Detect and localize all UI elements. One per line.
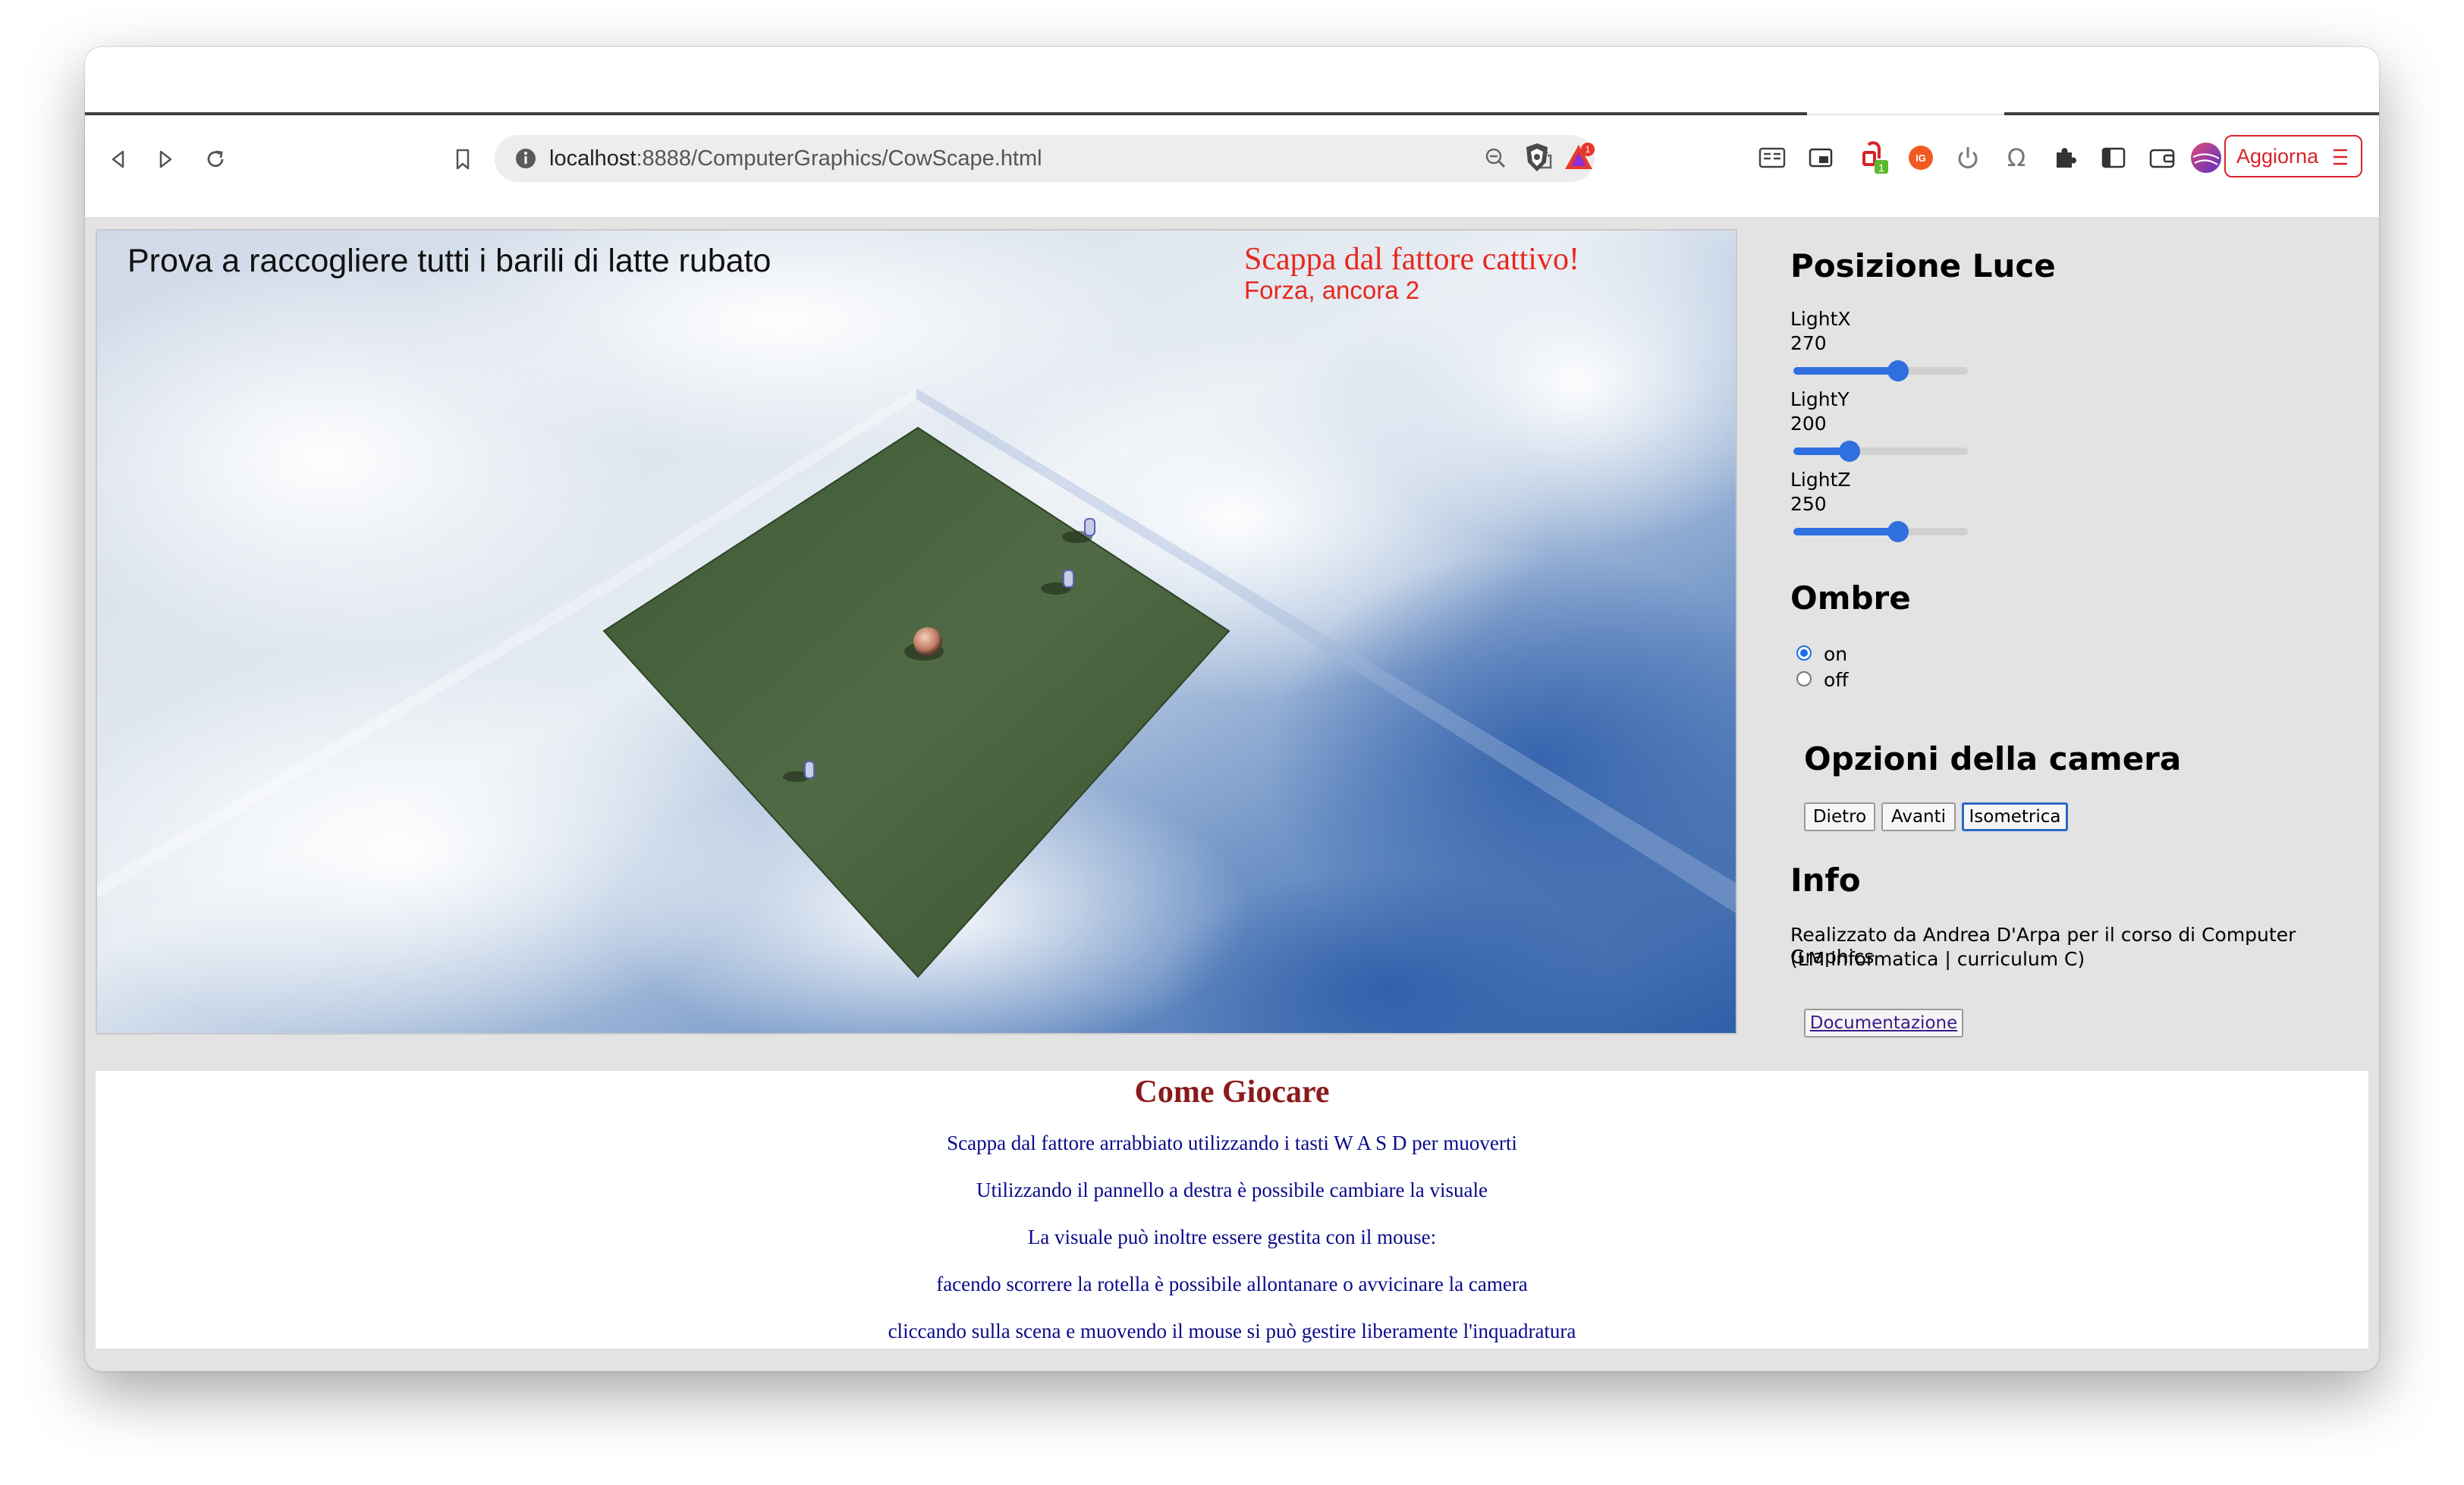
camera-isometric-button[interactable]: Isometrica xyxy=(1962,802,2068,831)
info-course: (LM informatica | curriculum C) xyxy=(1790,948,2085,970)
orange-extension-icon[interactable]: IG xyxy=(1900,137,1942,179)
how-to-play-title: Come Giocare xyxy=(1134,1075,1330,1110)
browser-window: localhost:8888/ComputerGraphics/CowScape… xyxy=(85,47,2379,1371)
bookmark-icon[interactable] xyxy=(440,137,486,182)
shadows-heading: Ombre xyxy=(1790,579,1911,617)
zoom-out-icon[interactable] xyxy=(1481,143,1511,174)
camera-front-button[interactable]: Avanti xyxy=(1881,802,1956,831)
lightz-label: LightZ xyxy=(1790,469,1851,491)
extension-badge: 1 xyxy=(1878,162,1884,174)
wallet-icon[interactable] xyxy=(2141,137,2183,179)
player-cow xyxy=(913,627,942,656)
update-label: Aggiorna xyxy=(2236,144,2319,168)
svg-text:IG: IG xyxy=(1916,152,1926,164)
picture-in-picture-icon[interactable] xyxy=(1799,137,1842,179)
extensions-puzzle-icon[interactable] xyxy=(2044,137,2086,179)
camera-options-heading: Opzioni della camera xyxy=(1804,740,2182,777)
info-heading: Info xyxy=(1790,862,1861,899)
alert-badge: 1 xyxy=(1586,144,1591,155)
farmer xyxy=(804,761,815,779)
omega-icon[interactable]: Ω xyxy=(1995,137,2038,179)
slider-thumb[interactable] xyxy=(1887,360,1909,381)
instruction-line: facendo scorrere la rotella è possibile … xyxy=(936,1273,1528,1295)
documentation-link[interactable]: Documentazione xyxy=(1810,1013,1958,1033)
svg-text:Ω: Ω xyxy=(2007,143,2026,172)
profile-avatar-icon[interactable] xyxy=(2185,137,2227,179)
objective-text: Prova a raccogliere tutti i barili di la… xyxy=(127,243,772,279)
extension-green-badge-icon[interactable]: 1 xyxy=(1853,137,1895,179)
instruction-line: La visuale può inoltre essere gestita co… xyxy=(1027,1226,1437,1248)
milk-barrel xyxy=(1063,570,1074,588)
forward-icon[interactable] xyxy=(143,137,188,182)
tab-strip xyxy=(85,47,2379,114)
how-to-play-section: Come Giocare Scappa dal fattore arrabbia… xyxy=(96,1071,2368,1348)
lightx-label: LightX xyxy=(1790,308,1851,330)
url-text[interactable]: localhost:8888/ComputerGraphics/CowScape… xyxy=(549,135,1042,182)
lightz-value: 250 xyxy=(1790,493,1827,515)
shadows-off-label: off xyxy=(1824,669,1849,691)
brave-rewards-icon[interactable]: 1 xyxy=(1558,137,1601,179)
address-bar[interactable]: localhost:8888/ComputerGraphics/CowScape… xyxy=(495,135,1595,182)
reader-mode-icon[interactable] xyxy=(1751,137,1793,179)
url-path: :8888/ComputerGraphics/CowScape.html xyxy=(636,146,1042,171)
lightx-slider[interactable] xyxy=(1793,356,1968,384)
power-icon[interactable] xyxy=(1947,137,1989,179)
control-panel: Posizione Luce LightX 270 LightY 200 Lig… xyxy=(1790,217,2367,1038)
lightz-slider[interactable] xyxy=(1793,517,1968,545)
site-info-icon[interactable] xyxy=(511,144,540,173)
web-page: Prova a raccogliere tutti i barili di la… xyxy=(85,217,2379,1371)
instruction-line: cliccando sulla scena e muovendo il mous… xyxy=(888,1320,1576,1342)
light-position-heading: Posizione Luce xyxy=(1790,247,2056,284)
game-canvas[interactable]: Prova a raccogliere tutti i barili di la… xyxy=(96,229,1737,1034)
warning-text: Scappa dal fattore cattivo! xyxy=(1244,242,1579,277)
lighty-value: 200 xyxy=(1790,413,1827,435)
camera-back-button[interactable]: Dietro xyxy=(1804,802,1875,831)
milk-barrel xyxy=(1084,518,1095,536)
reload-icon[interactable] xyxy=(193,137,238,182)
lightx-value: 270 xyxy=(1790,332,1827,354)
documentation-button[interactable]: Documentazione xyxy=(1804,1009,1963,1038)
instruction-line: Scappa dal fattore arrabbiato utilizzand… xyxy=(947,1132,1517,1154)
brave-shield-icon[interactable] xyxy=(1516,137,1558,179)
update-button[interactable]: Aggiorna xyxy=(2224,135,2362,177)
instruction-line: Utilizzando il pannello a destra è possi… xyxy=(976,1179,1488,1201)
back-icon[interactable] xyxy=(96,137,141,182)
shadows-on-radio[interactable] xyxy=(1796,645,1812,661)
menu-icon xyxy=(2334,149,2347,165)
lighty-label: LightY xyxy=(1790,388,1850,410)
sidebar-icon[interactable] xyxy=(2092,137,2135,179)
browser-toolbar: localhost:8888/ComputerGraphics/CowScape… xyxy=(85,115,2379,217)
shadows-off-radio[interactable] xyxy=(1796,671,1812,686)
lighty-slider[interactable] xyxy=(1793,437,1968,464)
remaining-counter: Forza, ancora 2 xyxy=(1244,276,1420,304)
slider-thumb[interactable] xyxy=(1838,441,1860,462)
shadows-on-label: on xyxy=(1824,643,1848,665)
url-host: localhost xyxy=(549,146,636,171)
slider-thumb[interactable] xyxy=(1887,521,1909,542)
